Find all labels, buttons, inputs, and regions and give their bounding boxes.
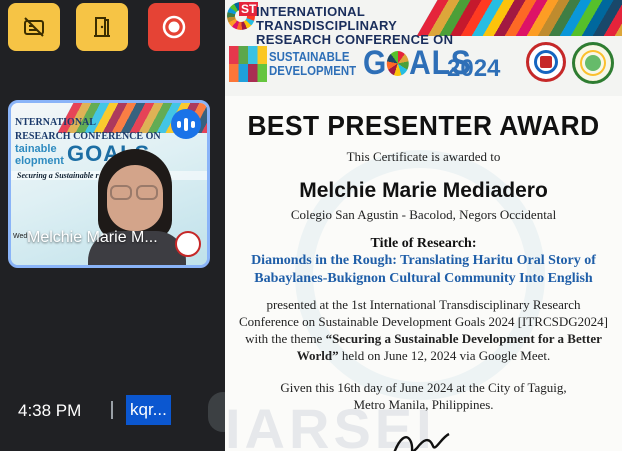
record-icon (162, 15, 186, 39)
partner-college-seal-icon (572, 42, 614, 84)
tile-banner-date: Wed (13, 233, 28, 240)
signature (393, 432, 450, 451)
caption-off-icon (24, 17, 44, 37)
recipient-school: Colegio San Agustin - Bacolod, Negors Oc… (290, 207, 557, 222)
captions-off-button[interactable] (8, 3, 60, 51)
audio-level-icon (171, 109, 201, 139)
title-of-research-label: Title of Research: (370, 236, 477, 251)
presented-line-1: presented at the 1st International Trans… (266, 297, 581, 312)
glasses (108, 185, 162, 201)
sustainable-development-label: SUSTAINABLE DEVELOPMENT (269, 49, 357, 78)
participant-tile[interactable]: NTERNATIONAL RESEARCH CONFERENCE ON tain… (8, 100, 210, 268)
conference-year: 2024 (447, 55, 501, 82)
research-title-line-2: Babaylanes-Bukignon Cultural Community I… (254, 271, 593, 286)
tile-banner-line-3: tainable (15, 143, 57, 155)
given-line-2: Metro Manila, Philippines. (353, 397, 494, 412)
taguig-university-seal-icon (526, 42, 566, 82)
awarded-to-text: This Certificate is awarded to (346, 149, 501, 164)
door-exit-icon (94, 17, 110, 37)
presented-line-4: World” held on June 12, 2024 via Google … (296, 348, 551, 363)
presented-line-2: Conference on Sustainable Development Go… (239, 314, 608, 329)
meeting-code-text: kqr... (130, 400, 167, 419)
sdg-color-stripes (416, 0, 622, 36)
presented-line-3: with the theme “Securing a Sustainable D… (245, 331, 602, 346)
certificate-header: ST INTERNATIONAL TRANSDISCIPLINARY RESEA… (225, 0, 622, 96)
tile-banner-line-1: NTERNATIONAL (15, 117, 96, 128)
participant-name: Melchie Marie M... (27, 229, 158, 246)
award-title: BEST PRESENTER AWARD (247, 110, 600, 141)
header-line-2: TRANSDISCIPLINARY (256, 18, 398, 33)
sdg-wheel-letter-o (387, 51, 410, 76)
recording-button[interactable] (148, 3, 200, 51)
shared-certificate: ST INTERNATIONAL TRANSDISCIPLINARY RESEA… (225, 0, 622, 451)
control-button-partial[interactable] (208, 392, 225, 432)
tile-banner-line-4: elopment (15, 155, 64, 167)
clock: 4:38 PM (18, 401, 82, 420)
participant-video (88, 147, 186, 265)
meeting-panel: NTERNATIONAL RESEARCH CONFERENCE ON tain… (0, 0, 225, 451)
sdg-squares-icon (229, 46, 267, 82)
given-line-1: Given this 16th day of June 2024 at the … (280, 380, 567, 395)
meeting-code[interactable]: kqr... (126, 395, 171, 425)
university-seal-icon (175, 231, 201, 257)
leave-room-button[interactable] (76, 3, 128, 51)
recipient-name: Melchie Marie Mediadero (299, 179, 548, 202)
divider (111, 401, 113, 419)
header-line-1: INTERNATIONAL (256, 4, 366, 19)
research-title-line-1: Diamonds in the Rough: Translating Harit… (251, 253, 596, 268)
